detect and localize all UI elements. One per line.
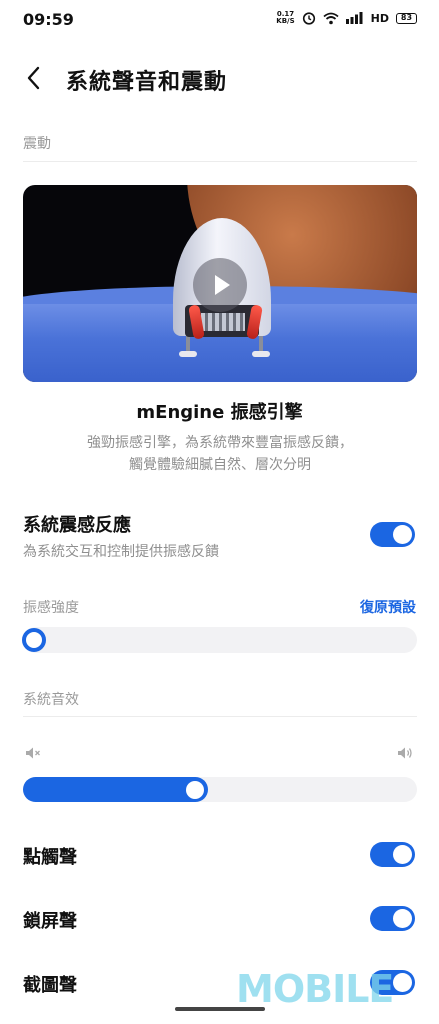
lock-screen-sound-toggle[interactable] bbox=[370, 906, 415, 931]
chevron-left-icon bbox=[27, 66, 40, 90]
status-icons: 0.17 KB/S HD 83 bbox=[276, 11, 417, 25]
hd-indicator: HD bbox=[370, 11, 389, 25]
section-label-system-sound: 系統音效 bbox=[23, 692, 79, 708]
alarm-icon bbox=[302, 12, 315, 25]
reset-default-button[interactable]: 復原預設 bbox=[360, 597, 416, 617]
back-button[interactable] bbox=[22, 64, 48, 92]
mengine-description-line2: 觸覺體驗細膩自然、層次分明 bbox=[129, 457, 311, 473]
status-time: 09:59 bbox=[23, 10, 74, 29]
watermark-logo: MOBILE bbox=[236, 967, 394, 1011]
touch-sound-toggle[interactable] bbox=[370, 842, 415, 867]
system-haptic-toggle[interactable] bbox=[370, 522, 415, 547]
volume-up-icon bbox=[398, 747, 412, 759]
screenshot-sound-label: 截圖聲 bbox=[23, 975, 77, 996]
wifi-icon bbox=[323, 12, 339, 24]
mengine-description-line1: 強勁振感引擎，為系統帶來豐富振感反饋， bbox=[87, 435, 353, 451]
system-haptic-title: 系統震感反應 bbox=[23, 515, 131, 536]
mengine-video[interactable] bbox=[23, 185, 417, 382]
volume-mute-icon bbox=[26, 747, 40, 759]
system-haptic-subtitle: 為系統交互和控制提供振感反饋 bbox=[23, 544, 219, 560]
mengine-title: mEngine 振感引擎 bbox=[136, 402, 303, 423]
touch-sound-label: 點觸聲 bbox=[23, 847, 77, 868]
volume-fill bbox=[23, 777, 208, 802]
battery-icon: 83 bbox=[396, 12, 417, 24]
divider bbox=[23, 161, 417, 162]
header: 系統聲音和震動 bbox=[0, 58, 439, 98]
vibration-intensity-slider[interactable] bbox=[22, 627, 417, 653]
network-speed: 0.17 KB/S bbox=[276, 10, 295, 25]
divider bbox=[23, 716, 417, 717]
page-title: 系統聲音和震動 bbox=[66, 70, 228, 95]
vibration-intensity-label: 振感強度 bbox=[23, 600, 79, 616]
home-indicator[interactable] bbox=[175, 1007, 265, 1011]
play-icon[interactable] bbox=[193, 258, 247, 312]
section-label-vibration: 震動 bbox=[23, 136, 51, 152]
status-bar: 09:59 0.17 KB/S HD 83 bbox=[0, 0, 439, 40]
system-volume-slider[interactable] bbox=[23, 777, 417, 802]
lock-screen-sound-label: 鎖屏聲 bbox=[23, 911, 77, 932]
signal-icon bbox=[345, 12, 363, 24]
volume-thumb[interactable] bbox=[186, 780, 204, 799]
vibration-intensity-thumb[interactable] bbox=[22, 628, 46, 652]
